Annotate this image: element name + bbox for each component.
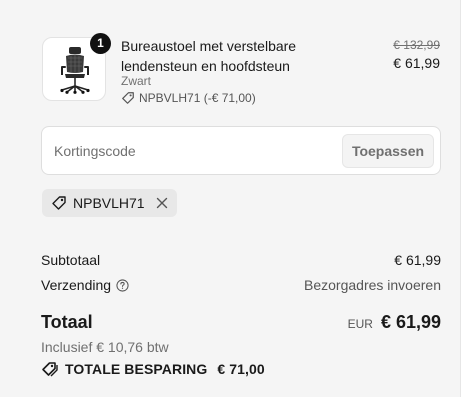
tag-icon [52,196,66,210]
remove-discount-button[interactable] [155,196,169,210]
product-price: € 61,99 [393,55,440,71]
tax-note: Inclusief € 10,76 btw [41,339,169,355]
close-icon [156,197,167,209]
subtotal-label: Subtotaal [41,252,101,268]
product-name: Bureaustoel met verstelbare lendensteun … [121,38,297,74]
applied-discount-chip: NPBVLH71 [42,189,177,217]
subtotal-value: € 61,99 [394,252,441,268]
total-value: € 61,99 [380,312,441,332]
savings-label: TOTALE BESPARING [65,361,208,377]
order-summary-panel: 1 Bureaustoel met verstelbare lendensteu… [0,0,461,397]
original-price: € 132,99 [393,38,440,52]
currency-code: EUR [347,317,373,331]
office-chair-icon [60,47,90,94]
total-savings: TOTALE BESPARING € 71,00 [41,361,265,377]
quantity-badge: 1 [90,33,111,54]
help-icon[interactable] [116,278,129,292]
total-label: Totaal [41,312,93,332]
subtotal-row: Subtotaal € 61,99 [41,252,441,268]
product-variant: Zwart [121,74,151,88]
discount-code-input[interactable] [54,139,334,163]
apply-discount-button[interactable]: Toepassen [342,134,434,168]
shipping-value: Bezorgadres invoeren [304,277,441,293]
applied-discount-code: NPBVLH71 [73,195,145,211]
shipping-label-group: Verzending [41,277,129,293]
tag-icon [42,362,58,377]
product-discount-text: NPBVLH71 (-€ 71,00) [139,91,256,105]
savings-value: € 71,00 [217,361,265,377]
shipping-label: Verzending [41,277,112,293]
total-amount-group: EUR € 61,99 [348,312,441,333]
product-discount-tag: NPBVLH71 (-€ 71,00) [121,91,256,105]
total-row: Totaal EUR € 61,99 [41,312,441,333]
discount-code-field: Toepassen [41,126,441,175]
tag-icon [122,92,134,104]
shipping-row: Verzending Bezorgadres invoeren [41,277,441,293]
